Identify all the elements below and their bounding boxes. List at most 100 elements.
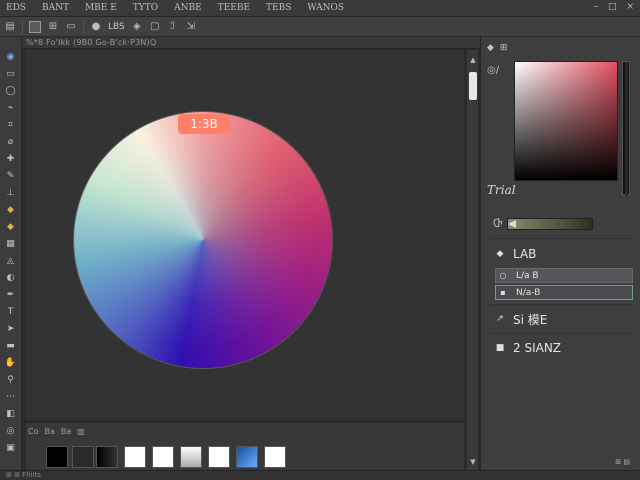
marquee-tool-icon[interactable]: ▭ — [4, 68, 18, 80]
menu-item-8[interactable]: WANOS — [307, 3, 344, 13]
more-tools-icon[interactable]: ⋯ — [4, 391, 18, 403]
brush-tool-icon[interactable]: ✎ — [4, 170, 18, 182]
diamond-icon[interactable]: ◆ — [487, 43, 494, 53]
lab-field-1[interactable]: ○ L/a B — [495, 268, 633, 283]
opacity-slider-row: Ⴇ — [493, 217, 613, 231]
swatch-charcoal[interactable] — [96, 446, 118, 468]
swatch-blue[interactable] — [236, 446, 258, 468]
zoom-tool-icon[interactable]: ⚲ — [4, 374, 18, 386]
mode-option-4[interactable]: ■ 2 SIANZ — [495, 339, 633, 357]
swatch-white-1[interactable] — [124, 446, 146, 468]
color-panel: ◆ ⊞ ◎/ Trial Ⴇ ◆ LAB ○ L/a B ▪ N/a-B ↗ S… — [480, 37, 640, 470]
swatch-white-4[interactable] — [264, 446, 286, 468]
menu-item-4[interactable]: TYTO — [133, 3, 158, 13]
wand-tool-icon[interactable]: ⌁ — [4, 102, 18, 114]
minimize-button[interactable]: – — [593, 2, 598, 12]
hand-tool-icon[interactable]: ✋ — [4, 357, 18, 369]
lab-field-1-value: L/a B — [516, 270, 539, 281]
field-2-icon: ▪ — [500, 288, 506, 297]
shape-icon[interactable]: ◈ — [131, 21, 143, 33]
mode-lab[interactable]: ◆ LAB — [495, 245, 633, 263]
canvas-area[interactable]: 1:3B — [26, 50, 464, 420]
tools-panel: ◉ ▭ ◯ ⌁ ⌗ ⌀ ✚ ✎ ⊥ ◆ ◆ ▦ ◬ ◐ ✒ T ➤ ▬ ✋ ⚲ … — [0, 37, 22, 470]
eraser-tool-icon[interactable]: ◆ — [4, 221, 18, 233]
options-label: LBS — [108, 21, 125, 32]
path-tool-icon[interactable]: ➤ — [4, 323, 18, 335]
swatch-black[interactable] — [46, 446, 68, 468]
swatches-panel: Co Ba Ba ▥ — [26, 422, 464, 470]
options-separator — [22, 19, 23, 34]
color-wheel-badge: 1:3B — [178, 114, 230, 134]
move-icon[interactable]: ⇲ — [185, 21, 197, 33]
opacity-slider-thumb[interactable] — [508, 220, 516, 228]
menu-item-2[interactable]: BANT — [42, 3, 69, 13]
history-tool-icon[interactable]: ◆ — [4, 204, 18, 216]
document-tab-label: %*8 Fo'Ikk (9B0 Go-B'ck·P3N)Q — [26, 38, 157, 47]
blur-tool-icon[interactable]: ◬ — [4, 255, 18, 267]
picker-mode-icon[interactable]: ◎/ — [487, 65, 499, 76]
new-icon[interactable]: ▤ — [4, 21, 16, 33]
swatches-tab-1[interactable]: Co — [28, 427, 38, 436]
move-tool-icon[interactable]: ◉ — [4, 51, 18, 63]
mode-option-4-label: 2 SIANZ — [513, 341, 562, 355]
box-icon[interactable] — [29, 20, 41, 33]
canvas-vertical-scrollbar[interactable]: ▲ ▼ — [466, 50, 478, 470]
menu-bar: EDS BANT MBE E TYTO ANBE TEEBE TEBS WANO… — [0, 0, 640, 17]
stamp-tool-icon[interactable]: ⊥ — [4, 187, 18, 199]
menu-item-3[interactable]: MBE E — [85, 3, 117, 13]
scroll-up-icon[interactable]: ▲ — [469, 56, 477, 64]
crop-tool-icon[interactable]: ⌗ — [4, 119, 18, 131]
lasso-tool-icon[interactable]: ◯ — [4, 85, 18, 97]
dodge-tool-icon[interactable]: ◐ — [4, 272, 18, 284]
type-tool-icon[interactable]: T — [4, 306, 18, 318]
option-3-icon: ↗ — [496, 314, 504, 324]
swatch-white-3[interactable] — [208, 446, 230, 468]
swatch-icon[interactable]: ⊞ — [500, 43, 508, 53]
pen-tool-icon[interactable]: ✒ — [4, 289, 18, 301]
swatch-dark-gray[interactable] — [72, 446, 94, 468]
mode-option-3-label: Si 模E — [513, 312, 548, 327]
options-bar: ▤ ⊞ ▭ ● LBS ◈ ▢ ℐ ⇲ — [0, 17, 640, 37]
field-1-icon: ○ — [499, 271, 507, 280]
close-button[interactable]: × — [626, 2, 634, 12]
maximize-button[interactable]: □ — [608, 2, 617, 12]
scroll-down-icon[interactable]: ▼ — [469, 458, 477, 466]
mode-option-3[interactable]: ↗ Si 模E — [495, 310, 633, 328]
saturation-brightness-field[interactable] — [514, 61, 618, 181]
frame-icon[interactable]: ▢ — [149, 21, 161, 33]
scrollbar-thumb[interactable] — [469, 72, 477, 100]
panel-divider-3 — [491, 333, 633, 334]
circle-icon[interactable]: ● — [90, 21, 102, 33]
eyedropper-tool-icon[interactable]: ⌀ — [4, 136, 18, 148]
quick-mask-icon[interactable]: ◎ — [4, 425, 18, 437]
menu-item-1[interactable]: EDS — [6, 3, 26, 13]
document-tab[interactable]: %*8 Fo'Ikk (9B0 Go-B'ck·P3N)Q — [22, 37, 480, 49]
lab-field-2[interactable]: ▪ N/a-B — [495, 285, 633, 300]
dash-icon[interactable]: ▭ — [65, 21, 77, 33]
screen-mode-icon[interactable]: ▣ — [4, 442, 18, 454]
lab-mode-icon: ◆ — [496, 249, 504, 259]
swatches-tab-3[interactable]: Ba — [61, 427, 71, 436]
panel-bottom-tab[interactable]: ⊞ ▤ — [615, 458, 630, 466]
swatch-silver[interactable] — [180, 446, 202, 468]
menu-item-7[interactable]: TEBS — [266, 3, 291, 13]
color-wheel[interactable] — [74, 112, 332, 368]
hue-slider-marker[interactable] — [625, 62, 628, 196]
opacity-slider[interactable] — [507, 218, 593, 230]
menu-item-6[interactable]: TEEBE — [218, 3, 250, 13]
hue-slider[interactable] — [622, 61, 630, 196]
brush-icon[interactable]: ℐ — [167, 21, 179, 33]
shape-tool-icon[interactable]: ▬ — [4, 340, 18, 352]
swatch-white-2[interactable] — [152, 446, 174, 468]
menu-item-5[interactable]: ANBE — [174, 3, 202, 13]
panel-divider-2 — [491, 304, 633, 305]
fg-bg-color-icon[interactable]: ◧ — [4, 408, 18, 420]
color-panel-header: ◆ ⊞ — [487, 43, 507, 53]
option-4-icon: ■ — [495, 343, 505, 353]
gradient-tool-icon[interactable]: ▦ — [4, 238, 18, 250]
opacity-icon: Ⴇ — [493, 218, 503, 230]
swatches-menu-icon[interactable]: ▥ — [77, 427, 85, 436]
heal-tool-icon[interactable]: ✚ — [4, 153, 18, 165]
swatches-tab-2[interactable]: Ba — [44, 427, 54, 436]
grid-icon[interactable]: ⊞ — [47, 21, 59, 33]
